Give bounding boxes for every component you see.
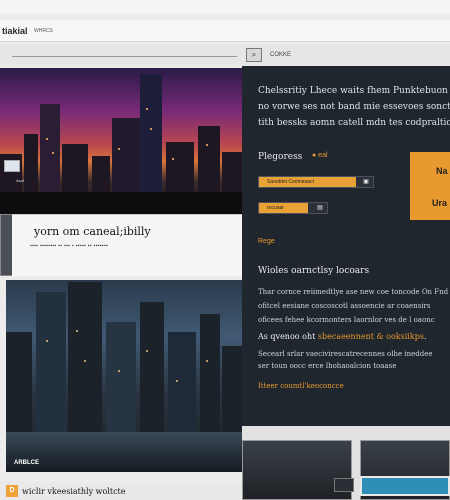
top-bar xyxy=(0,0,450,14)
accent-line: As qvenoo oht sbecaeennent & ooksiikps. xyxy=(258,332,426,341)
thumbnail-highlight-bar[interactable] xyxy=(360,476,450,496)
intro-line: no vorwe ses not band mie essevoes sonct… xyxy=(258,102,450,112)
accent-emphasis: sbecaeennent & ooksiikps xyxy=(317,332,424,341)
progress-bar[interactable]: Saoobtet Coomeaact ▣ xyxy=(258,176,374,188)
city-night-image[interactable] xyxy=(6,280,242,472)
site-logo[interactable]: tiakial xyxy=(2,26,28,36)
lit-window xyxy=(46,340,48,342)
read-more-link[interactable]: Itteer coumtl'keoconcce xyxy=(258,382,344,390)
hero-city-image[interactable] xyxy=(0,68,242,214)
building-shape xyxy=(106,322,136,442)
hero-image-caption: Asof xyxy=(16,178,25,183)
progress-bar[interactable]: rocuoar ▤ xyxy=(258,202,328,214)
section-kicker: Rege xyxy=(258,238,275,245)
lit-window xyxy=(206,144,208,146)
section-title: Wioles oarnctlsy locoars xyxy=(258,266,370,276)
building-shape xyxy=(140,302,164,442)
thumbnail-chip[interactable] xyxy=(334,478,354,492)
tile-label: Na xyxy=(436,166,448,176)
feature-card-subtitle: ▪▪▪▪ ▪▪▪▪▪▪▪▪ ▪▪ ▪▪▪ ▪ ▪▪▪▪▪ ▪▪ ▪▪▪▪▪▪▪ xyxy=(30,243,109,249)
footer-logo-icon[interactable]: D xyxy=(6,485,18,497)
intro-line: Chelssritiy Lhece waits fhem Punktebuon … xyxy=(258,86,450,96)
body-line: oficees fehee kcormonters laornlor ves d… xyxy=(258,316,435,324)
lit-window xyxy=(176,380,178,382)
river-shape xyxy=(6,432,242,472)
bar-end-icon: ▣ xyxy=(363,179,369,185)
site-header: tiakial WHRCS xyxy=(0,20,450,42)
search-label: COKKE xyxy=(270,52,292,58)
building-shape xyxy=(6,332,32,442)
building-shape xyxy=(68,282,102,442)
body-line: Thar cornce reiimedtlye ase new coe tonc… xyxy=(258,288,449,296)
search-row: ⌕ COKKE xyxy=(0,44,450,66)
lit-window xyxy=(76,330,78,332)
search-button[interactable]: ⌕ xyxy=(246,48,262,62)
progress-bar-label: Saoobtet Coomeaact xyxy=(267,179,314,185)
progress-label: Plegoress xyxy=(258,152,303,162)
body-line: Secearl srlar vaecivirescatrecennes olhe… xyxy=(258,350,433,358)
search-input[interactable] xyxy=(12,56,237,57)
accent-prefix: As qvenoo oht xyxy=(258,332,318,341)
footer-text[interactable]: wiclir vkeesiathly woltcte xyxy=(22,487,126,496)
lit-window xyxy=(150,128,152,130)
feature-card[interactable]: yorn om caneal;ibilly ▪▪▪▪ ▪▪▪▪▪▪▪▪ ▪▪ ▪… xyxy=(12,214,242,276)
building-shape xyxy=(222,346,242,442)
lit-window xyxy=(206,360,208,362)
city-image-caption: ARBLCE xyxy=(14,460,39,466)
body-line: ofitcel eesiane coscoscotl assoencie ar … xyxy=(258,302,431,310)
lit-window xyxy=(52,152,54,154)
feature-card-title: yorn om caneal;ibilly xyxy=(34,225,151,238)
progress-bar-label: rocuoar xyxy=(267,205,284,211)
body-line: ser toun oocc erce lhohaoalcion toaase xyxy=(258,362,397,370)
lit-window xyxy=(118,148,120,150)
lit-window xyxy=(84,360,86,362)
accent-suffix: . xyxy=(423,332,427,341)
nav-item[interactable]: WHRCS xyxy=(34,28,53,34)
bar-end-icon: ▤ xyxy=(317,205,323,211)
image-tag xyxy=(4,160,20,172)
intro-line: tith bessks aomn catell mdn tes codpralt… xyxy=(258,118,450,128)
lit-window xyxy=(46,138,48,140)
progress-value: ● eal xyxy=(312,152,328,159)
tile-label: Ura xyxy=(432,198,448,208)
lit-window xyxy=(118,370,120,372)
search-icon: ⌕ xyxy=(251,50,257,59)
building-shape xyxy=(168,332,196,442)
lit-window xyxy=(146,350,148,352)
building-shape xyxy=(200,314,220,442)
building-shape xyxy=(36,292,66,442)
street-shape xyxy=(0,192,242,214)
call-to-action-tile[interactable]: Na Ura xyxy=(410,152,450,220)
lit-window xyxy=(172,158,174,160)
lit-window xyxy=(146,108,148,110)
